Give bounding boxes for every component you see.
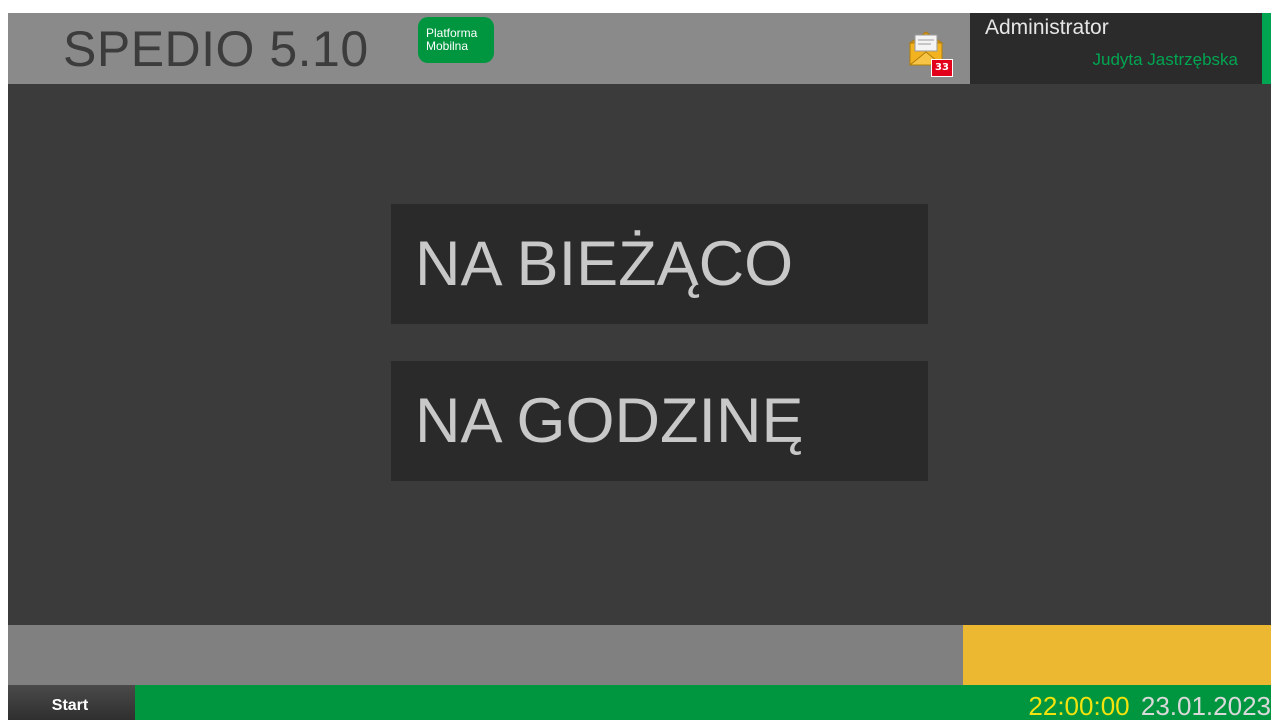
user-panel[interactable]: Administrator Judyta Jastrzębska — [970, 13, 1271, 84]
clock-date: 23.01.2023 — [1140, 691, 1271, 720]
header-bar: SPEDIO 5.10 Platforma Mobilna 33 Adminis… — [8, 13, 1271, 84]
start-button[interactable]: Start — [8, 685, 135, 720]
status-indicator — [963, 625, 1271, 685]
messages-button[interactable]: 33 — [907, 31, 953, 77]
user-name: Judyta Jastrzębska — [1092, 50, 1238, 69]
app-window: SPEDIO 5.10 Platforma Mobilna 33 Adminis… — [8, 13, 1271, 720]
clock: 22:00:00 23.01.2023 — [1028, 689, 1271, 720]
status-bar — [8, 625, 963, 685]
mobile-platform-badge[interactable]: Platforma Mobilna — [418, 17, 494, 63]
clock-time: 22:00:00 — [1028, 691, 1130, 720]
hourly-mode-button[interactable]: NA GODZINĘ — [391, 361, 928, 481]
current-mode-button[interactable]: NA BIEŻĄCO — [391, 204, 928, 324]
badge-line-2: Mobilna — [426, 39, 469, 53]
app-title: SPEDIO 5.10 — [63, 21, 369, 77]
user-panel-accent — [1262, 13, 1271, 84]
unread-count-badge: 33 — [931, 59, 953, 77]
user-role: Administrator — [985, 16, 1109, 39]
taskbar: Start 22:00:00 23.01.2023 — [8, 685, 1271, 720]
